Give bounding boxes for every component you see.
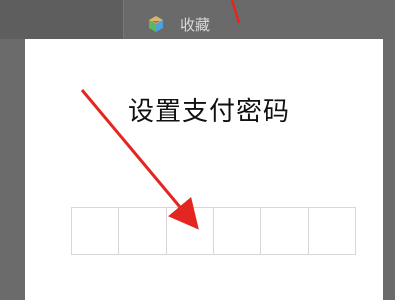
favorites-label: 收藏 [180, 16, 211, 34]
pin-box-3[interactable] [167, 208, 214, 254]
payment-password-dialog: 设置支付密码 [25, 39, 383, 300]
pin-box-5[interactable] [261, 208, 309, 254]
right-side-background [383, 39, 395, 300]
pin-box-1[interactable] [72, 208, 120, 254]
pin-box-2[interactable] [119, 208, 167, 254]
dialog-title: 设置支付密码 [128, 97, 291, 127]
pin-box-4[interactable] [214, 208, 262, 254]
cube-icon [149, 16, 163, 32]
pin-input-row[interactable] [71, 207, 356, 255]
top-left-panel [0, 0, 123, 39]
left-side-background [0, 39, 25, 300]
pin-box-6[interactable] [309, 208, 355, 254]
